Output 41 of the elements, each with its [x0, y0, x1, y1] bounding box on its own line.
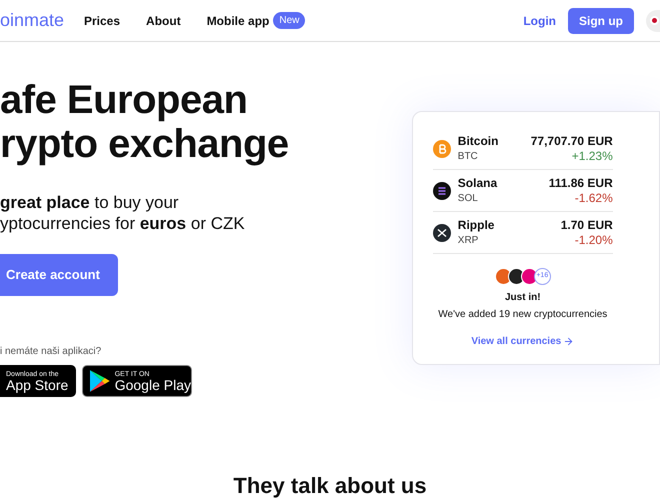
solana-icon — [432, 182, 451, 200]
new-coins-text: We've added 19 new cryptocurrencies — [438, 308, 608, 322]
nav-link[interactable]: About — [146, 12, 181, 30]
ripple-icon — [432, 224, 451, 242]
play-triangle-icon — [89, 369, 111, 393]
store-name: Google Play — [114, 378, 191, 392]
nav-link[interactable]: Prices — [84, 12, 120, 30]
coin-row[interactable]: Bitcoin BTC 77,707.70 EUR +1.23% — [432, 128, 613, 170]
coin-price: 77,707.70 EUR — [530, 134, 613, 148]
coin-price: 111.86 EUR — [548, 176, 613, 190]
arrow-right-icon — [563, 336, 574, 347]
coin-row[interactable]: Solana SOL 111.86 EUR -1.62% — [432, 170, 613, 212]
price-change: -1.62% — [574, 190, 613, 206]
new-coin-avatar-icon — [494, 268, 512, 285]
coin-row[interactable]: Ripple XRP 1.70 EUR -1.20% — [432, 212, 613, 254]
coin-symbol: BTC — [458, 150, 479, 164]
price-change: +1.23% — [572, 148, 613, 164]
create-account-button[interactable]: Create account — [0, 254, 118, 296]
just-in-heading: Just in! — [505, 291, 541, 305]
section-heading: They talk about us — [232, 474, 428, 498]
hero-heading-line: rypto exchange — [0, 122, 290, 166]
coin-name: Ripple — [458, 218, 494, 232]
coin-price: 1.70 EUR — [560, 218, 613, 232]
bitcoin-icon — [432, 140, 451, 158]
price-change: -1.20% — [574, 232, 613, 248]
coin-symbol: XRP — [458, 234, 480, 248]
coin-symbol: SOL — [458, 192, 479, 206]
login-link[interactable]: Login — [523, 12, 556, 30]
coin-name: Bitcoin — [458, 134, 498, 148]
hero-subtitle-line: yptocurrencies for euros or CZK — [0, 213, 246, 234]
hero-heading-line: afe European — [0, 78, 248, 122]
hero-subtitle-line: great place to buy your — [0, 192, 180, 213]
sign-up-button[interactable]: Sign up — [568, 8, 634, 34]
language-flag-icon[interactable] — [646, 10, 660, 32]
store-name: App Store — [6, 378, 68, 392]
nav-link[interactable]: Mobile app New — [206, 12, 306, 30]
logo[interactable]: oinmate — [0, 7, 84, 34]
view-all-currencies-link[interactable]: View all currencies — [471, 334, 574, 349]
coin-name: Solana — [458, 176, 498, 190]
app-prompt-text: i nemáte naši aplikaci? — [0, 345, 102, 359]
new-badge: New — [273, 12, 306, 29]
